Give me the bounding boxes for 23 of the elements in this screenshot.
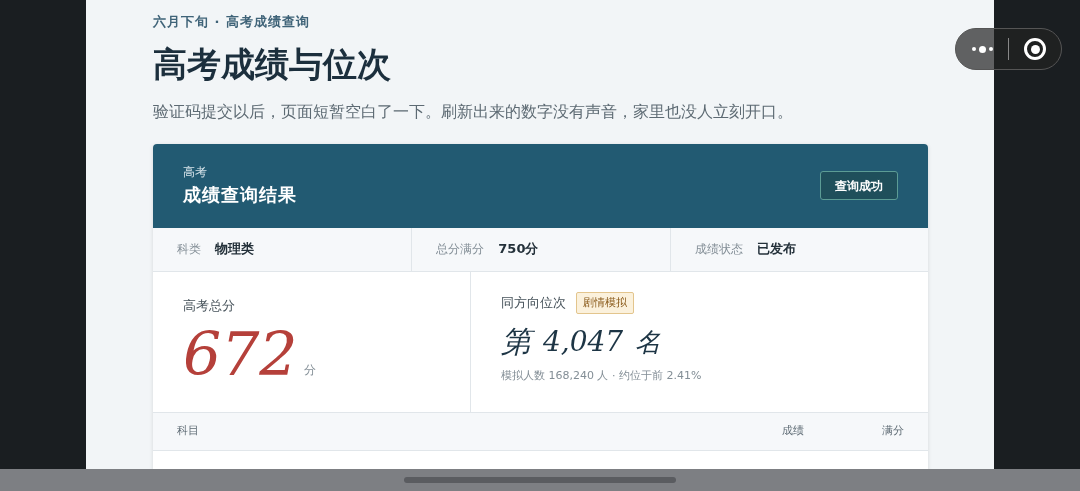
rank-note: 模拟人数 168,240 人 · 约位于前 2.41% <box>501 368 702 384</box>
total-score-label: 高考总分 <box>183 296 235 315</box>
info-label: 科类 <box>177 241 201 258</box>
description-text: 验证码提交以后，页面短暂空白了一下。刷新出来的数字没有声音，家里也没人立刻开口。 <box>153 100 793 123</box>
eyebrow-text: 六月下旬 · 高考成绩查询 <box>153 13 310 31</box>
info-value: 750分 <box>498 240 539 259</box>
info-value: 物理类 <box>215 240 254 259</box>
rank-number: 4,047 <box>543 324 624 360</box>
column-header: 科目 <box>177 422 200 439</box>
score-unit: 分 <box>303 362 316 379</box>
card-subtitle: 高考 <box>183 164 207 181</box>
rank-label: 同方向位次 <box>501 294 566 312</box>
column-header: 成绩 <box>782 422 805 439</box>
total-score: 672 <box>183 321 298 387</box>
info-label: 成绩状态 <box>694 241 743 258</box>
page-title: 高考成绩与位次 <box>153 42 391 86</box>
rank-suffix: 名 <box>635 326 662 359</box>
info-value: 已发布 <box>756 240 796 259</box>
info-label: 总分满分 <box>436 241 485 258</box>
card-title: 成绩查询结果 <box>183 183 297 207</box>
status-button[interactable]: 查询成功 <box>820 171 898 200</box>
column-header: 满分 <box>882 422 904 439</box>
simulation-tag: 剧情模拟 <box>576 291 634 314</box>
